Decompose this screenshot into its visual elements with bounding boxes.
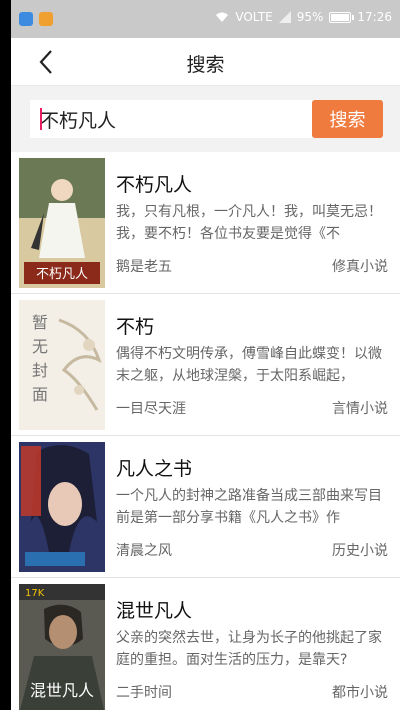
shield-app-icon	[19, 12, 33, 26]
book-author: 一目尽天涯	[116, 401, 186, 417]
svg-text:暂: 暂	[32, 313, 48, 332]
search-button[interactable]: 搜索	[312, 100, 383, 138]
book-author: 清晨之风	[116, 543, 172, 559]
battery-fill	[331, 13, 349, 21]
result-item[interactable]: 不朽凡人 不朽凡人 我，只有凡根，一介凡人！我，叫莫无忌！我，要不朽！各位书友要…	[11, 152, 400, 294]
clock: 17:26	[357, 10, 392, 24]
notification-app-icon	[39, 12, 53, 26]
wifi-icon	[215, 11, 229, 23]
svg-text:不朽凡人: 不朽凡人	[36, 267, 88, 282]
battery-icon	[329, 11, 355, 23]
status-bar: VOLTE 95% 17:26	[11, 0, 400, 38]
svg-text:混世凡人: 混世凡人	[30, 681, 94, 700]
app-frame: VOLTE 95% 17:26 搜索 搜索	[11, 0, 400, 710]
book-cover: 不朽凡人	[19, 158, 105, 288]
book-description: 一个凡人的封神之路准备当成三部曲来写目前是第一部分享书籍《凡人之书》作	[116, 488, 382, 526]
book-category: 言情小说	[332, 401, 388, 417]
book-category: 都市小说	[332, 685, 388, 701]
search-results: 不朽凡人 不朽凡人 我，只有凡根，一介凡人！我，叫莫无忌！我，要不朽！各位书友要…	[11, 152, 400, 710]
svg-text:面: 面	[32, 385, 48, 404]
result-item[interactable]: 暂 无 封 面 不朽 偶得不朽文明传承，傅雪峰自此蝶变！以微末之躯，从地球涅槃，…	[11, 294, 400, 436]
svg-text:17K: 17K	[25, 588, 45, 599]
search-input[interactable]	[30, 100, 312, 138]
svg-text:无: 无	[32, 337, 48, 356]
book-title: 凡人之书	[116, 458, 193, 480]
network-type: VOLTE	[235, 10, 273, 24]
book-title: 混世凡人	[116, 600, 193, 622]
book-title: 不朽	[116, 316, 155, 338]
book-description: 我，只有凡根，一介凡人！我，叫莫无忌！我，要不朽！各位书友要是觉得《不	[116, 204, 382, 242]
svg-text:封: 封	[32, 361, 48, 380]
book-title: 不朽凡人	[116, 174, 193, 196]
signal-icon	[278, 11, 291, 23]
book-author: 二手时间	[116, 685, 172, 701]
result-item[interactable]: 17K 混世凡人 混世凡人 父亲的突然去世，让身为长子的他挑起了家庭的重担。面对…	[11, 578, 400, 710]
text-cursor	[40, 108, 42, 130]
book-author: 鹅是老五	[116, 259, 172, 275]
status-bar-indicators: VOLTE 95% 17:26	[215, 10, 392, 24]
book-description: 父亲的突然去世，让身为长子的他挑起了家庭的重担。面对生活的压力，是靠天?	[116, 630, 382, 668]
book-description: 偶得不朽文明传承，傅雪峰自此蝶变！以微末之躯，从地球涅槃，于太阳系崛起，	[116, 346, 382, 384]
top-bar: 搜索	[11, 38, 400, 86]
search-bar: 搜索	[11, 86, 400, 152]
page-title: 搜索	[186, 54, 225, 76]
status-bar-notifications	[19, 12, 53, 26]
book-cover: 17K 混世凡人	[19, 584, 105, 710]
book-category: 历史小说	[332, 543, 388, 559]
battery-percent: 95%	[296, 10, 324, 24]
result-item[interactable]: 凡人之书 一个凡人的封神之路准备当成三部曲来写目前是第一部分享书籍《凡人之书》作…	[11, 436, 400, 578]
book-category: 修真小说	[332, 259, 388, 275]
book-cover-placeholder: 暂 无 封 面	[19, 300, 105, 430]
book-cover	[19, 442, 105, 572]
